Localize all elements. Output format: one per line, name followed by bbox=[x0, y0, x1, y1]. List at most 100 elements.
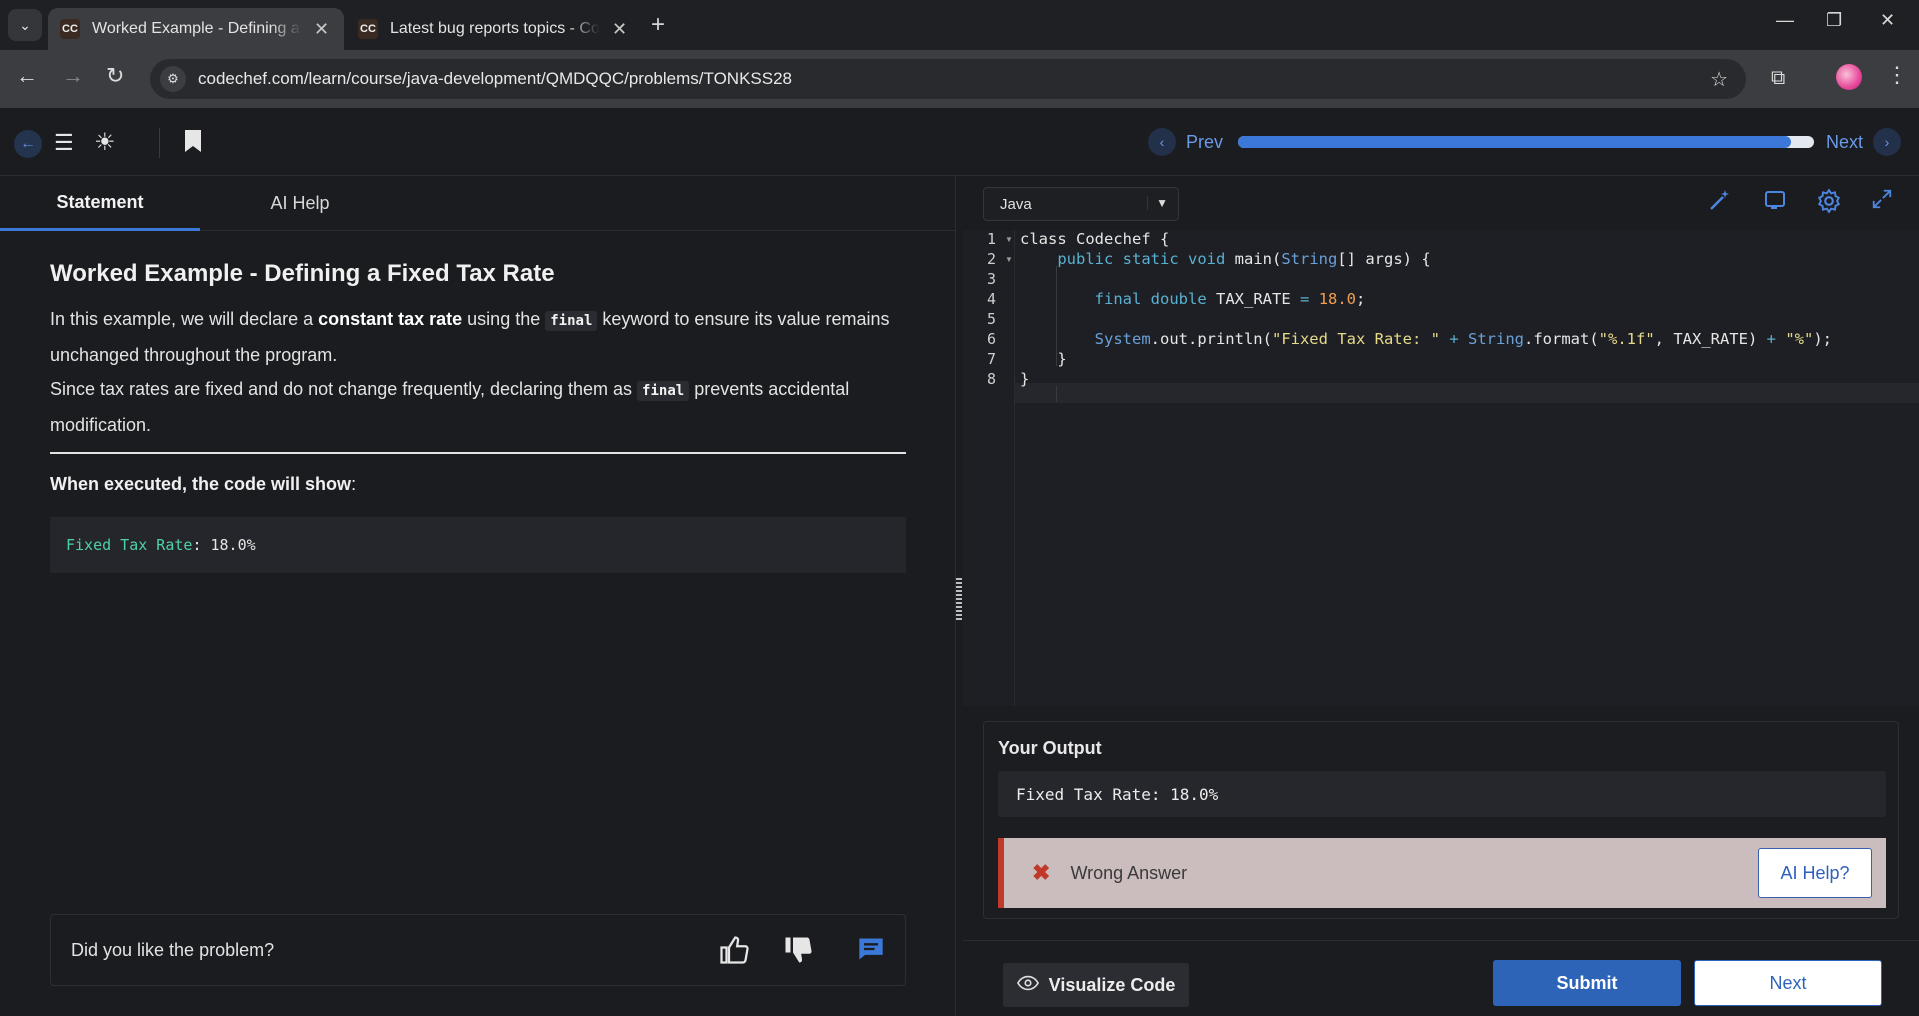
browser-tab-title: Worked Example - Defining a Fixed Tax Ra… bbox=[92, 20, 302, 37]
tab-close-icon[interactable]: ✕ bbox=[314, 19, 329, 40]
minimize-icon[interactable]: — bbox=[1776, 10, 1794, 31]
tab-search-chevron-icon[interactable]: ⌄ bbox=[8, 9, 42, 41]
tab-statement[interactable]: Statement bbox=[0, 176, 200, 231]
browser-tab[interactable]: CC Latest bug reports topics - CodeChef … bbox=[346, 8, 642, 50]
prev-button[interactable]: ‹ Prev bbox=[1148, 128, 1223, 156]
bookmark-star-icon[interactable]: ☆ bbox=[1710, 67, 1728, 92]
fold-arrow-icon[interactable]: ▼ bbox=[1005, 255, 1013, 264]
new-tab-plus-icon[interactable]: + bbox=[651, 11, 665, 39]
reload-icon[interactable]: ↻ bbox=[106, 63, 124, 89]
text: When executed, the code will show bbox=[50, 474, 352, 494]
chevron-left-icon: ‹ bbox=[1148, 128, 1176, 156]
submit-button[interactable]: Submit bbox=[1493, 960, 1681, 1006]
ai-help-button[interactable]: AI Help? bbox=[1758, 848, 1872, 898]
visualize-code-button[interactable]: Visualize Code bbox=[1003, 963, 1189, 1007]
statement-content: Worked Example - Defining a Fixed Tax Ra… bbox=[50, 260, 906, 573]
bold-text: constant tax rate bbox=[318, 309, 463, 329]
active-line-highlight bbox=[1015, 383, 1919, 403]
browser-tabstrip: ⌄ CC Worked Example - Defining a Fixed T… bbox=[0, 0, 1919, 50]
output-panel: Your Output Fixed Tax Rate: 18.0% ✖ Wron… bbox=[983, 721, 1899, 919]
codechef-favicon-icon: CC bbox=[358, 19, 378, 39]
browser-tab-title: Latest bug reports topics - CodeChef bbox=[390, 20, 600, 37]
inline-code: final bbox=[545, 311, 598, 331]
code-editor[interactable]: 1 2 3 4 5 6 7 8 ▼ ▼ class Codechef { pub… bbox=[963, 230, 1919, 706]
eye-icon bbox=[1016, 975, 1039, 996]
verdict-banner: ✖ Wrong Answer AI Help? bbox=[998, 838, 1886, 908]
line-number: 6 bbox=[987, 330, 997, 348]
header-divider bbox=[159, 128, 160, 158]
indent-guide bbox=[1056, 386, 1057, 402]
browser-menu-kebab-icon[interactable]: ⋮ bbox=[1886, 62, 1908, 88]
problem-title: Worked Example - Defining a Fixed Tax Ra… bbox=[50, 260, 555, 287]
thumbs-down-icon[interactable] bbox=[783, 935, 813, 972]
codechef-favicon-icon: CC bbox=[60, 19, 80, 39]
splitter-grip-icon[interactable] bbox=[956, 578, 962, 622]
reset-code-icon[interactable] bbox=[1763, 188, 1787, 219]
fullscreen-icon[interactable] bbox=[1871, 188, 1893, 217]
line-number: 3 bbox=[987, 270, 997, 288]
dropdown-caret-icon: ▼ bbox=[1147, 196, 1168, 210]
tab-ai-help[interactable]: AI Help bbox=[200, 176, 400, 231]
settings-gear-icon[interactable] bbox=[1816, 188, 1842, 221]
language-select[interactable]: Java ▼ bbox=[983, 187, 1179, 221]
tab-close-icon[interactable]: ✕ bbox=[612, 19, 627, 40]
chevron-right-icon: › bbox=[1873, 128, 1902, 156]
comment-icon[interactable] bbox=[857, 935, 885, 970]
text: Since tax rates are fixed and do not cha… bbox=[50, 379, 638, 399]
line-number: 1 bbox=[987, 230, 997, 248]
course-progress-fill bbox=[1238, 136, 1791, 148]
text: In this example, we will declare a bbox=[50, 309, 319, 329]
statement-paragraph: In this example, we will declare a const… bbox=[50, 302, 906, 372]
output-result: Fixed Tax Rate: 18.0% bbox=[998, 771, 1886, 817]
site-info-icon[interactable]: ⚙ bbox=[160, 66, 186, 92]
profile-avatar[interactable] bbox=[1836, 64, 1862, 90]
statement-panel: Statement AI Help Worked Example - Defin… bbox=[0, 176, 955, 1016]
code-line: class Codechef { bbox=[1020, 230, 1170, 248]
expected-output-box: Fixed Tax Rate: 18.0% bbox=[50, 517, 906, 573]
line-number: 5 bbox=[987, 310, 997, 328]
back-arrow-icon[interactable]: ← bbox=[16, 63, 38, 89]
divider bbox=[50, 452, 906, 454]
next-header-button[interactable]: Next › bbox=[1826, 128, 1902, 156]
verdict-text: Wrong Answer bbox=[1070, 862, 1188, 883]
line-number: 8 bbox=[987, 370, 997, 388]
editor-panel: Java ▼ 1 2 3 4 5 6 7 8 ▼ ▼ class Codeche… bbox=[963, 176, 1919, 1016]
prev-label: Prev bbox=[1186, 131, 1224, 152]
action-bar: Visualize Code Submit Next bbox=[963, 940, 1919, 1016]
line-number: 7 bbox=[987, 350, 997, 368]
code-line: } bbox=[1020, 370, 1030, 388]
output-value: : 18.0% bbox=[192, 536, 256, 554]
omnibox[interactable]: ⚙ codechef.com/learn/course/java-develop… bbox=[150, 59, 1746, 99]
window-close-icon[interactable]: ✕ bbox=[1880, 10, 1895, 31]
statement-paragraph: Since tax rates are fixed and do not cha… bbox=[50, 372, 906, 442]
sun-theme-icon[interactable]: ☀ bbox=[94, 128, 116, 157]
code-line: public static void main(String[] args) { bbox=[1057, 250, 1431, 268]
back-arrow-icon[interactable]: ← bbox=[14, 130, 42, 158]
app-header: ← ☰ ☀ ‹ Prev Next › bbox=[0, 108, 1919, 176]
error-x-icon: ✖ bbox=[1032, 860, 1051, 885]
fold-arrow-icon[interactable]: ▼ bbox=[1005, 235, 1013, 244]
code-line: System.out.println("Fixed Tax Rate: " + … bbox=[1094, 330, 1832, 348]
forward-arrow-icon[interactable]: → bbox=[62, 63, 84, 89]
feedback-bar: Did you like the problem? bbox=[50, 914, 906, 986]
list-icon[interactable]: ☰ bbox=[54, 130, 74, 156]
extensions-puzzle-icon[interactable]: ⧉ bbox=[1771, 67, 1785, 90]
address-bar-row: ← → ↻ ⚙ codechef.com/learn/course/java-d… bbox=[0, 50, 1919, 108]
panel-tabs: Statement AI Help bbox=[0, 176, 955, 231]
output-title: Your Output bbox=[998, 738, 1102, 758]
bookmark-icon[interactable] bbox=[182, 128, 204, 161]
browser-tab-active[interactable]: CC Worked Example - Defining a Fixed Tax… bbox=[48, 8, 344, 50]
code-line: final double TAX_RATE = 18.0; bbox=[1094, 290, 1366, 308]
text: : bbox=[351, 474, 357, 494]
text: using the bbox=[462, 309, 546, 329]
url-text[interactable]: codechef.com/learn/course/java-developme… bbox=[198, 69, 792, 89]
code-line: } bbox=[1020, 350, 1067, 368]
restore-icon[interactable]: ❐ bbox=[1826, 10, 1842, 31]
line-number: 2 bbox=[987, 250, 997, 268]
thumbs-up-icon[interactable] bbox=[719, 935, 749, 972]
next-label: Next bbox=[1826, 131, 1864, 152]
visualize-label: Visualize Code bbox=[1048, 974, 1176, 995]
next-button[interactable]: Next bbox=[1694, 960, 1882, 1006]
feedback-question: Did you like the problem? bbox=[71, 939, 275, 960]
magic-wand-icon[interactable] bbox=[1708, 188, 1732, 219]
